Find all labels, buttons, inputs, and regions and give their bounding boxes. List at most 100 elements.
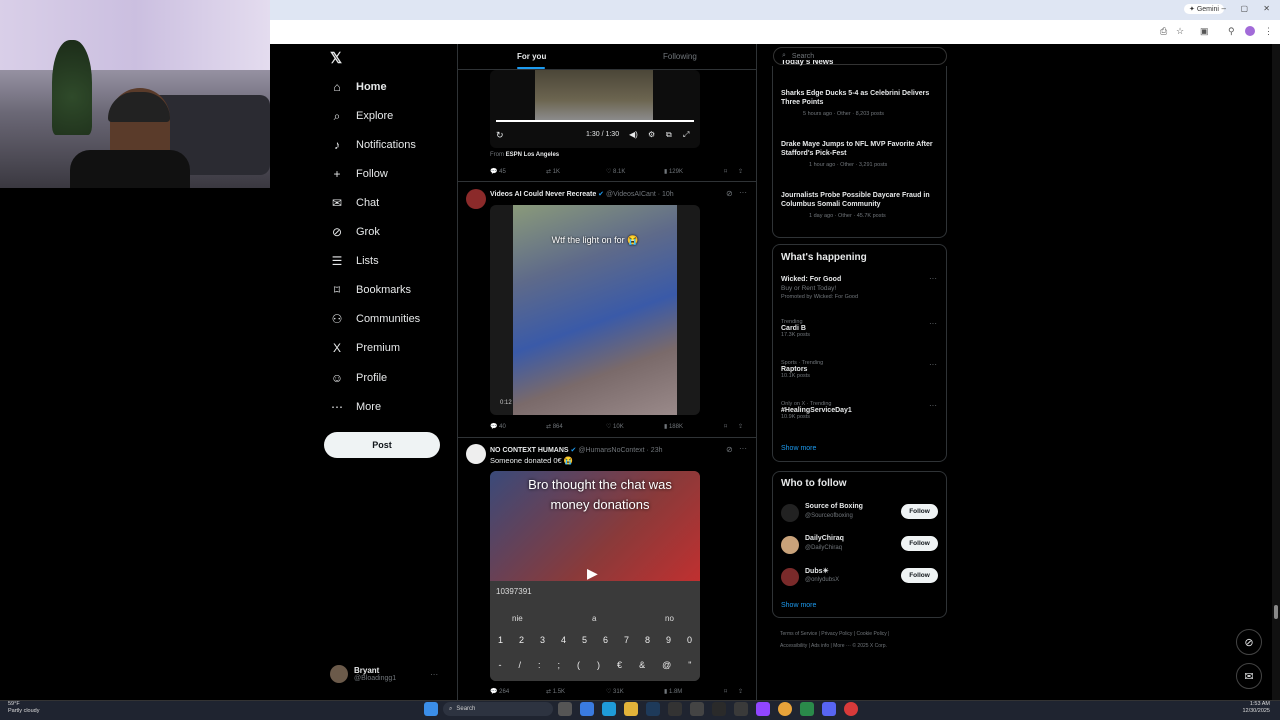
- x-logo-icon[interactable]: 𝕏: [330, 49, 342, 67]
- weather-widget[interactable]: 59°F Partly cloudy: [8, 701, 40, 715]
- windows-start-icon[interactable]: [424, 702, 438, 716]
- nav-bookmarks[interactable]: ⌑ Bookmarks: [330, 279, 411, 301]
- views-button[interactable]: ▮ 1.8M: [664, 688, 724, 695]
- news-item[interactable]: Drake Maye Jumps to NFL MVP Favorite Aft…: [781, 140, 941, 168]
- grok-float-button[interactable]: ⊘: [1236, 629, 1262, 655]
- footer-line[interactable]: Accessibility | Ads info | More ··· © 20…: [780, 640, 950, 652]
- grok-icon[interactable]: ⊘: [726, 445, 733, 454]
- from-source[interactable]: ESPN Los Angeles: [506, 152, 559, 158]
- tweet3-avatar[interactable]: [466, 444, 486, 464]
- fullscreen-icon[interactable]: ⤢: [683, 130, 689, 140]
- play-icon[interactable]: ▶: [587, 565, 598, 582]
- follow-suggestion[interactable]: DailyChiraq @DailyChiraq Follow: [781, 534, 941, 556]
- bookmark-icon[interactable]: ⌑: [724, 168, 738, 175]
- follow-button[interactable]: Follow: [901, 504, 938, 519]
- nav-home[interactable]: ⌂ Home: [330, 76, 386, 98]
- news-item[interactable]: Sharks Edge Ducks 5-4 as Celebrini Deliv…: [781, 89, 941, 117]
- nav-chat[interactable]: ✉ Chat: [330, 192, 379, 214]
- news-item[interactable]: Journalists Probe Possible Daycare Fraud…: [781, 191, 946, 219]
- share-icon[interactable]: ⇪: [738, 168, 743, 175]
- follow-suggestion[interactable]: Source of Boxing @Sourceofboxing Follow: [781, 502, 941, 524]
- sidebar-icon[interactable]: ▣: [1200, 26, 1209, 37]
- tab-following[interactable]: Following: [663, 52, 697, 61]
- nav-premium[interactable]: X Premium: [330, 337, 400, 359]
- install-icon[interactable]: ⎙: [1160, 26, 1167, 37]
- nav-follow[interactable]: + Follow: [330, 163, 387, 185]
- nav-explore[interactable]: ⌕ Explore: [330, 105, 394, 127]
- tweet2-video[interactable]: Wtf the light on for 😭 0:12: [490, 205, 700, 415]
- reply-button[interactable]: 💬 45: [490, 168, 546, 175]
- maximize-button[interactable]: ▢: [1240, 4, 1248, 13]
- settings-icon[interactable]: ⚙: [648, 130, 655, 139]
- file-explorer-icon[interactable]: [624, 702, 638, 716]
- scrollbar[interactable]: [1272, 44, 1280, 700]
- tweet3-video[interactable]: Bro thought the chat was money donations…: [490, 471, 700, 681]
- more-dots-icon[interactable]: ···: [929, 274, 937, 283]
- steam-icon[interactable]: [646, 702, 660, 716]
- repost-button[interactable]: ⇄ 1K: [546, 168, 606, 175]
- app-icon[interactable]: [712, 702, 726, 716]
- trend-item[interactable]: Sports · Trending Raptors 10.1K posts: [781, 360, 931, 379]
- more-dots-icon[interactable]: ···: [739, 444, 747, 453]
- taskbar-search[interactable]: ⌕ Search: [443, 702, 553, 716]
- messages-float-button[interactable]: ✉: [1236, 663, 1262, 689]
- app-icon[interactable]: [580, 702, 594, 716]
- edge-icon[interactable]: [602, 702, 616, 716]
- repost-button[interactable]: ⇄ 864: [546, 423, 606, 430]
- more-dots-icon[interactable]: ···: [929, 360, 937, 369]
- task-view-icon[interactable]: [558, 702, 572, 716]
- tweet2-handle[interactable]: @VideosAICant · 10h: [606, 191, 674, 198]
- follow-suggestion[interactable]: Dubs☀ @onlydubsX Follow: [781, 566, 941, 588]
- volume-icon[interactable]: ◀): [629, 130, 638, 139]
- views-button[interactable]: ▮ 188K: [664, 423, 724, 430]
- discord-icon[interactable]: [822, 702, 836, 716]
- app-icon[interactable]: [668, 702, 682, 716]
- profile-avatar-icon[interactable]: [1245, 26, 1255, 36]
- more-dots-icon[interactable]: ···: [430, 670, 438, 679]
- reply-button[interactable]: 💬 264: [490, 688, 546, 695]
- tweet3-handle[interactable]: @HumansNoContext · 23h: [578, 447, 662, 454]
- app-icon[interactable]: [734, 702, 748, 716]
- minimize-button[interactable]: –: [1222, 4, 1226, 13]
- views-button[interactable]: ▮ 129K: [664, 168, 724, 175]
- like-button[interactable]: ♡ 8.1K: [606, 168, 664, 175]
- trend-item[interactable]: Trending Cardi B 17.3K posts: [781, 319, 931, 338]
- replay-icon[interactable]: ↻: [496, 130, 504, 141]
- taskbar-clock[interactable]: 1:53 AM 12/30/2025: [1242, 701, 1270, 715]
- trend-item[interactable]: Only on X · Trending #HealingServiceDay1…: [781, 401, 931, 420]
- close-window-button[interactable]: ✕: [1263, 4, 1270, 13]
- tweet1-video[interactable]: ↻ 1:30 / 1:30 ◀) ⚙ ⧉ ⤢: [490, 70, 700, 148]
- footer-line[interactable]: Terms of Service | Privacy Policy | Cook…: [780, 628, 950, 640]
- twitch-icon[interactable]: [756, 702, 770, 716]
- like-button[interactable]: ♡ 31K: [606, 688, 664, 695]
- extensions-icon[interactable]: ⚲: [1228, 26, 1235, 37]
- tweet3-author[interactable]: NO CONTEXT HUMANS: [490, 447, 569, 454]
- more-dots-icon[interactable]: ···: [929, 319, 937, 328]
- star-icon[interactable]: ☆: [1176, 26, 1184, 37]
- post-button[interactable]: Post: [324, 432, 440, 458]
- tab-for-you[interactable]: For you: [517, 52, 546, 61]
- bookmark-icon[interactable]: ⌑: [724, 688, 738, 695]
- nav-notifications[interactable]: ♪ Notifications: [330, 134, 416, 156]
- app-icon[interactable]: [800, 702, 814, 716]
- grok-icon[interactable]: ⊘: [726, 189, 733, 198]
- chrome-icon[interactable]: [778, 702, 792, 716]
- scrollbar-thumb[interactable]: [1274, 605, 1278, 619]
- bookmark-icon[interactable]: ⌑: [724, 423, 738, 430]
- show-more-link[interactable]: Show more: [781, 602, 816, 609]
- nav-communities[interactable]: ⚇ Communities: [330, 308, 421, 330]
- like-button[interactable]: ♡ 10K: [606, 423, 664, 430]
- app-icon[interactable]: [844, 702, 858, 716]
- menu-icon[interactable]: ⋮: [1264, 26, 1273, 37]
- nav-more[interactable]: ⋯ More: [330, 396, 381, 418]
- follow-button[interactable]: Follow: [901, 568, 938, 583]
- repost-button[interactable]: ⇄ 1.5K: [546, 688, 606, 695]
- share-icon[interactable]: ⇪: [738, 688, 743, 695]
- follow-button[interactable]: Follow: [901, 536, 938, 551]
- show-more-link[interactable]: Show more: [781, 445, 816, 452]
- nav-grok[interactable]: ⊘ Grok: [330, 221, 380, 243]
- reply-button[interactable]: 💬 40: [490, 423, 546, 430]
- trend-item[interactable]: Wicked: For Good Buy or Rent Today! Prom…: [781, 276, 931, 300]
- tweet2-avatar[interactable]: [466, 189, 486, 209]
- share-icon[interactable]: ⇪: [738, 423, 743, 430]
